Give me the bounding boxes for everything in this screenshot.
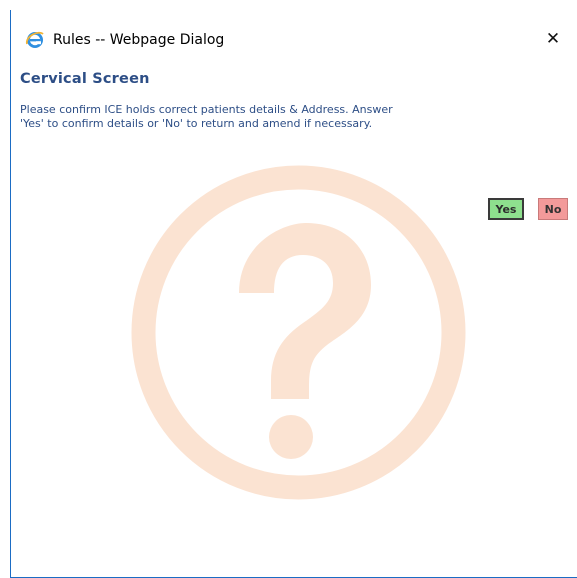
window-title: Rules -- Webpage Dialog xyxy=(53,32,225,48)
webpage-dialog-window: Rules -- Webpage Dialog ✕ Cervical Scree… xyxy=(10,10,577,578)
confirmation-message: Please confirm ICE holds correct patient… xyxy=(20,103,393,130)
no-button[interactable]: No xyxy=(538,198,568,220)
dialog-heading: Cervical Screen xyxy=(20,71,150,87)
internet-explorer-icon xyxy=(25,30,45,50)
title-bar[interactable]: Rules -- Webpage Dialog ✕ xyxy=(11,10,577,60)
yes-button[interactable]: Yes xyxy=(488,198,524,220)
close-icon: ✕ xyxy=(545,29,561,49)
desktop-background: Rules -- Webpage Dialog ✕ Cervical Scree… xyxy=(0,0,577,578)
dialog-content: Cervical Screen Please confirm ICE holds… xyxy=(11,60,577,577)
question-mark-icon xyxy=(131,165,466,500)
close-button[interactable]: ✕ xyxy=(541,27,565,51)
